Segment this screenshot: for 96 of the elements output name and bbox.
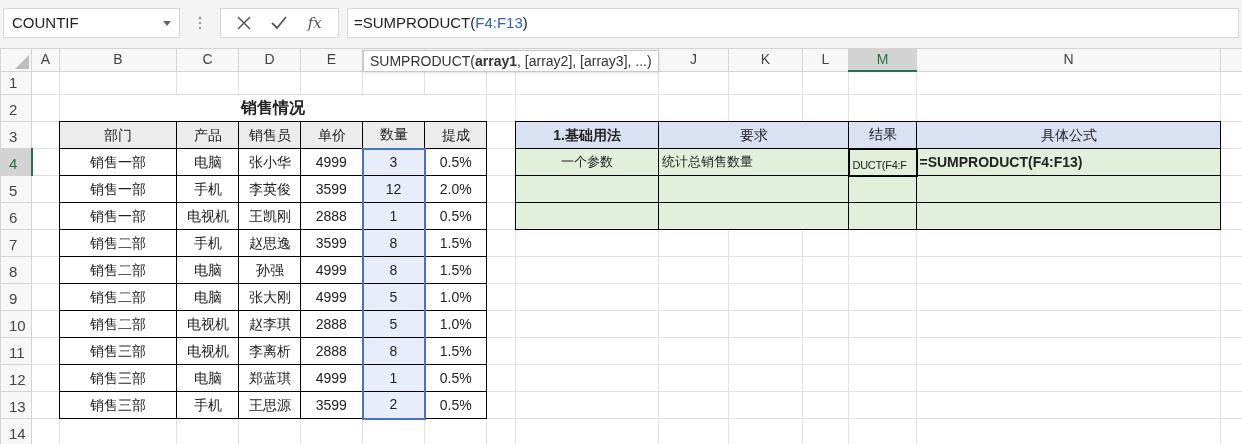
table-cell: 1.5% [424, 337, 487, 365]
function-tooltip: SUMPRODUCT(array1, [array2], [array3], ...) [363, 50, 659, 72]
table-cell: 2.0% [424, 175, 487, 203]
row-label[interactable]: 14 [0, 418, 32, 444]
row-label[interactable]: 11 [0, 337, 32, 365]
table-cell: 2 [362, 391, 425, 419]
drag-handle-icon[interactable] [198, 16, 202, 30]
dropdown-caret-icon[interactable] [163, 20, 171, 26]
row-label[interactable]: 13 [0, 391, 32, 419]
table-cell: 手机 [176, 229, 239, 257]
row-label[interactable]: 10 [0, 310, 32, 338]
close-icon[interactable] [237, 16, 252, 30]
table-cell: 销售一部 [59, 148, 177, 176]
column-label[interactable]: N [916, 48, 1221, 71]
table-cell: 销售二部 [59, 256, 177, 284]
column-header: 提成 [424, 121, 487, 149]
column-label[interactable]: M [848, 48, 917, 71]
column-header: 结果 [848, 121, 917, 149]
table-cell: 8 [362, 229, 425, 257]
table-cell: 电脑 [176, 148, 239, 176]
column-header: 单价 [300, 121, 363, 149]
row-label[interactable]: 1 [0, 71, 32, 95]
table-cell: 销售三部 [59, 391, 177, 419]
row-label[interactable]: 3 [0, 121, 32, 149]
table-cell: 电脑 [176, 283, 239, 311]
row-label[interactable]: 5 [0, 175, 32, 203]
table-cell: 张大刚 [238, 283, 301, 311]
table-cell: 一个参数 [515, 148, 659, 176]
column-header: 数量 [362, 121, 425, 149]
table-cell: 电视机 [176, 310, 239, 338]
column-label[interactable]: J [658, 48, 729, 71]
column-header: 部门 [59, 121, 177, 149]
function-button[interactable]: fx [307, 11, 322, 35]
column-label[interactable]: B [59, 48, 177, 71]
table-cell: 李英俊 [238, 175, 301, 203]
table-cell: 手机 [176, 391, 239, 419]
column-label[interactable]: K [728, 48, 803, 71]
table-cell: 1.5% [424, 256, 487, 284]
table-cell: 5 [362, 310, 425, 338]
table-cell: 郑蓝琪 [238, 364, 301, 392]
column-label[interactable]: A [31, 48, 60, 71]
table-cell: 0.5% [424, 202, 487, 230]
column-label[interactable]: D [238, 48, 301, 71]
column-header: 销售员 [238, 121, 301, 149]
row-label[interactable]: 4 [0, 148, 32, 176]
table-cell: 12 [362, 175, 425, 203]
table-cell: 电视机 [176, 337, 239, 365]
table-cell: 电脑 [176, 364, 239, 392]
row-label[interactable]: 6 [0, 202, 32, 230]
table-cell: 0.5% [424, 391, 487, 419]
table-cell: 1.0% [424, 310, 487, 338]
table-cell: 1 [362, 364, 425, 392]
table-cell: 电视机 [176, 202, 239, 230]
table-cell: 8 [362, 337, 425, 365]
table-cell: 销售一部 [59, 175, 177, 203]
table-cell: 销售三部 [59, 337, 177, 365]
table-cell: 电脑 [176, 256, 239, 284]
formula-field[interactable]: =SUMPRODUCT(F4:F13) [347, 8, 1239, 38]
table-cell: DUCT(F4:F [848, 148, 917, 176]
table-cell: 1.5% [424, 229, 487, 257]
column-header: 具体公式 [916, 121, 1221, 149]
row-label[interactable]: 8 [0, 256, 32, 284]
table-cell: 王凯刚 [238, 202, 301, 230]
table-cell: 销售二部 [59, 283, 177, 311]
table-cell: 8 [362, 256, 425, 284]
column-label[interactable]: E [300, 48, 363, 71]
row-label[interactable]: 2 [0, 94, 32, 122]
row-label[interactable]: 12 [0, 364, 32, 392]
table-cell: 5 [362, 283, 425, 311]
table-cell: 王思源 [238, 391, 301, 419]
column-header: 1.基础用法 [515, 121, 659, 149]
table-cell: 0.5% [424, 148, 487, 176]
table-cell: 销售二部 [59, 310, 177, 338]
table-cell: 1 [362, 202, 425, 230]
column-header: 要求 [658, 121, 849, 149]
row-label[interactable]: 7 [0, 229, 32, 257]
name-box[interactable]: COUNTIF [3, 8, 180, 38]
table-cell: 0.5% [424, 364, 487, 392]
table-cell: 手机 [176, 175, 239, 203]
table-cell: 李离析 [238, 337, 301, 365]
table-cell: 赵李琪 [238, 310, 301, 338]
table-cell: 销售二部 [59, 229, 177, 257]
table-cell: 孙强 [238, 256, 301, 284]
table-cell: 统计总销售数量 [658, 148, 849, 176]
table-cell: 赵思逸 [238, 229, 301, 257]
table-cell: =SUMPRODUCT(F4:F13) [916, 148, 1221, 176]
table-cell: 张小华 [238, 148, 301, 176]
column-label[interactable]: L [802, 48, 849, 71]
table-cell: 3 [362, 148, 425, 176]
check-icon[interactable] [271, 16, 288, 30]
table-cell: 销售一部 [59, 202, 177, 230]
column-header: 产品 [176, 121, 239, 149]
row-label[interactable]: 9 [0, 283, 32, 311]
table-cell: 1.0% [424, 283, 487, 311]
column-label[interactable]: C [176, 48, 239, 71]
table-cell: 销售三部 [59, 364, 177, 392]
